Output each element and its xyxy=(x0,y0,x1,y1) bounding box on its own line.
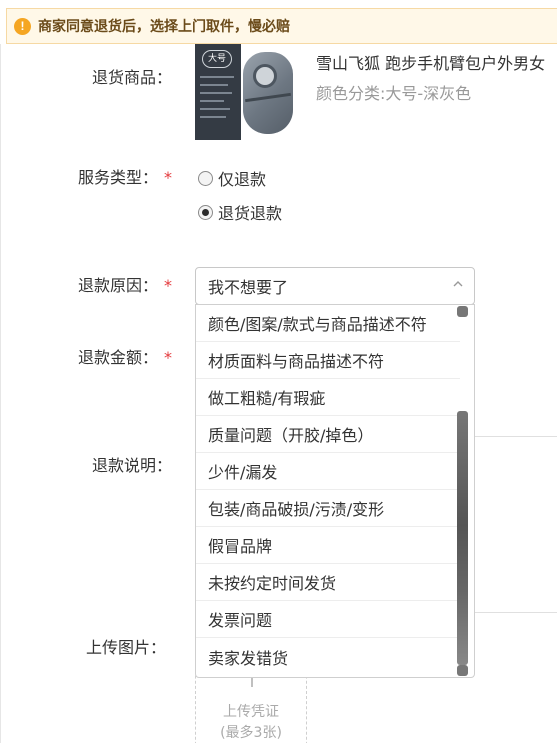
scroll-up-arrow[interactable] xyxy=(457,306,468,317)
notice-banner: ! 商家同意退货后，选择上门取件，慢必赔 xyxy=(6,8,557,44)
refund-reason-select[interactable]: 我不想要了 xyxy=(195,267,475,305)
decor-line xyxy=(200,76,234,78)
decor-line xyxy=(200,84,228,86)
upload-images-label: 上传图片： xyxy=(0,636,166,660)
scroll-down-arrow[interactable] xyxy=(457,665,468,676)
reason-option[interactable]: 少件/漏发 xyxy=(196,453,460,490)
reason-option[interactable]: 包装/商品破损/污渍/变形 xyxy=(196,490,460,527)
radio-refund-only[interactable]: 仅退款 xyxy=(198,166,266,190)
refund-reason-dropdown[interactable]: 颜色/图案/款式与商品描述不符 材质面料与商品描述不符 做工粗糙/有瑕疵 质量问… xyxy=(195,304,475,678)
required-mark: * xyxy=(164,168,172,187)
refund-reason-label: 退款原因： * xyxy=(0,274,172,298)
reason-option[interactable]: 质量问题（开胶/掉色） xyxy=(196,416,460,453)
description-textarea-edge[interactable] xyxy=(474,612,557,613)
product-label-text: 退货商品： xyxy=(91,68,172,87)
refund-reason-options: 颜色/图案/款式与商品描述不符 材质面料与商品描述不符 做工粗糙/有瑕疵 质量问… xyxy=(196,305,460,675)
product-image: 大号 xyxy=(195,44,295,140)
refund-amount-label-text: 退款金额： xyxy=(77,348,158,367)
dropdown-scrollbar[interactable] xyxy=(457,305,468,677)
reason-option[interactable]: 卖家发错货 xyxy=(196,638,460,675)
notice-text: 商家同意退货后，选择上门取件，慢必赔 xyxy=(38,19,290,35)
radio-return-and-refund-label: 退货退款 xyxy=(218,204,283,223)
product-title[interactable]: 雪山飞狐 跑步手机臂包户外男女 xyxy=(316,50,557,74)
armband-bag-picture xyxy=(243,52,293,134)
refund-description-label: 退款说明： xyxy=(0,454,172,478)
warning-icon: ! xyxy=(14,17,31,35)
reason-option[interactable]: 做工粗糙/有瑕疵 xyxy=(196,379,460,416)
decor-line xyxy=(200,100,224,102)
product-image-tag-panel: 大号 xyxy=(195,44,241,140)
scrollbar-thumb[interactable] xyxy=(457,411,468,665)
reason-option[interactable]: 材质面料与商品描述不符 xyxy=(196,342,460,379)
refund-reason-selected-value: 我不想要了 xyxy=(208,278,289,297)
reason-option[interactable]: 假冒品牌 xyxy=(196,527,460,564)
product-label: 退货商品： xyxy=(0,66,172,90)
refund-amount-label: 退款金额： * xyxy=(0,346,172,370)
radio-return-and-refund[interactable]: 退货退款 xyxy=(198,200,282,224)
product-spec: 颜色分类:大号-深灰色 xyxy=(316,84,472,103)
upload-limit-text: (最多3张) xyxy=(220,725,282,741)
decor-line xyxy=(200,92,232,94)
decor-line xyxy=(200,108,230,110)
refund-reason-label-text: 退款原因： xyxy=(77,276,158,295)
required-mark: * xyxy=(164,348,172,367)
radio-refund-only-label: 仅退款 xyxy=(218,170,267,189)
reason-option[interactable]: 发票问题 xyxy=(196,601,460,638)
required-mark: * xyxy=(164,276,172,295)
refund-description-label-text: 退款说明： xyxy=(91,456,172,475)
upload-evidence-text: 上传凭证 xyxy=(223,704,279,720)
service-type-label-text: 服务类型： xyxy=(77,168,158,187)
upload-images-label-text: 上传图片： xyxy=(85,638,166,657)
decor-line xyxy=(200,116,226,118)
reason-option[interactable]: 颜色/图案/款式与商品描述不符 xyxy=(196,305,460,342)
product-image-size-tag: 大号 xyxy=(202,50,232,68)
reason-option[interactable]: 未按约定时间发货 xyxy=(196,564,460,601)
radio-button-selected-icon[interactable] xyxy=(198,204,213,220)
radio-button-icon[interactable] xyxy=(198,170,213,186)
description-textarea-edge[interactable] xyxy=(474,436,557,437)
service-type-label: 服务类型： * xyxy=(0,166,172,190)
chevron-up-icon[interactable] xyxy=(452,278,464,290)
